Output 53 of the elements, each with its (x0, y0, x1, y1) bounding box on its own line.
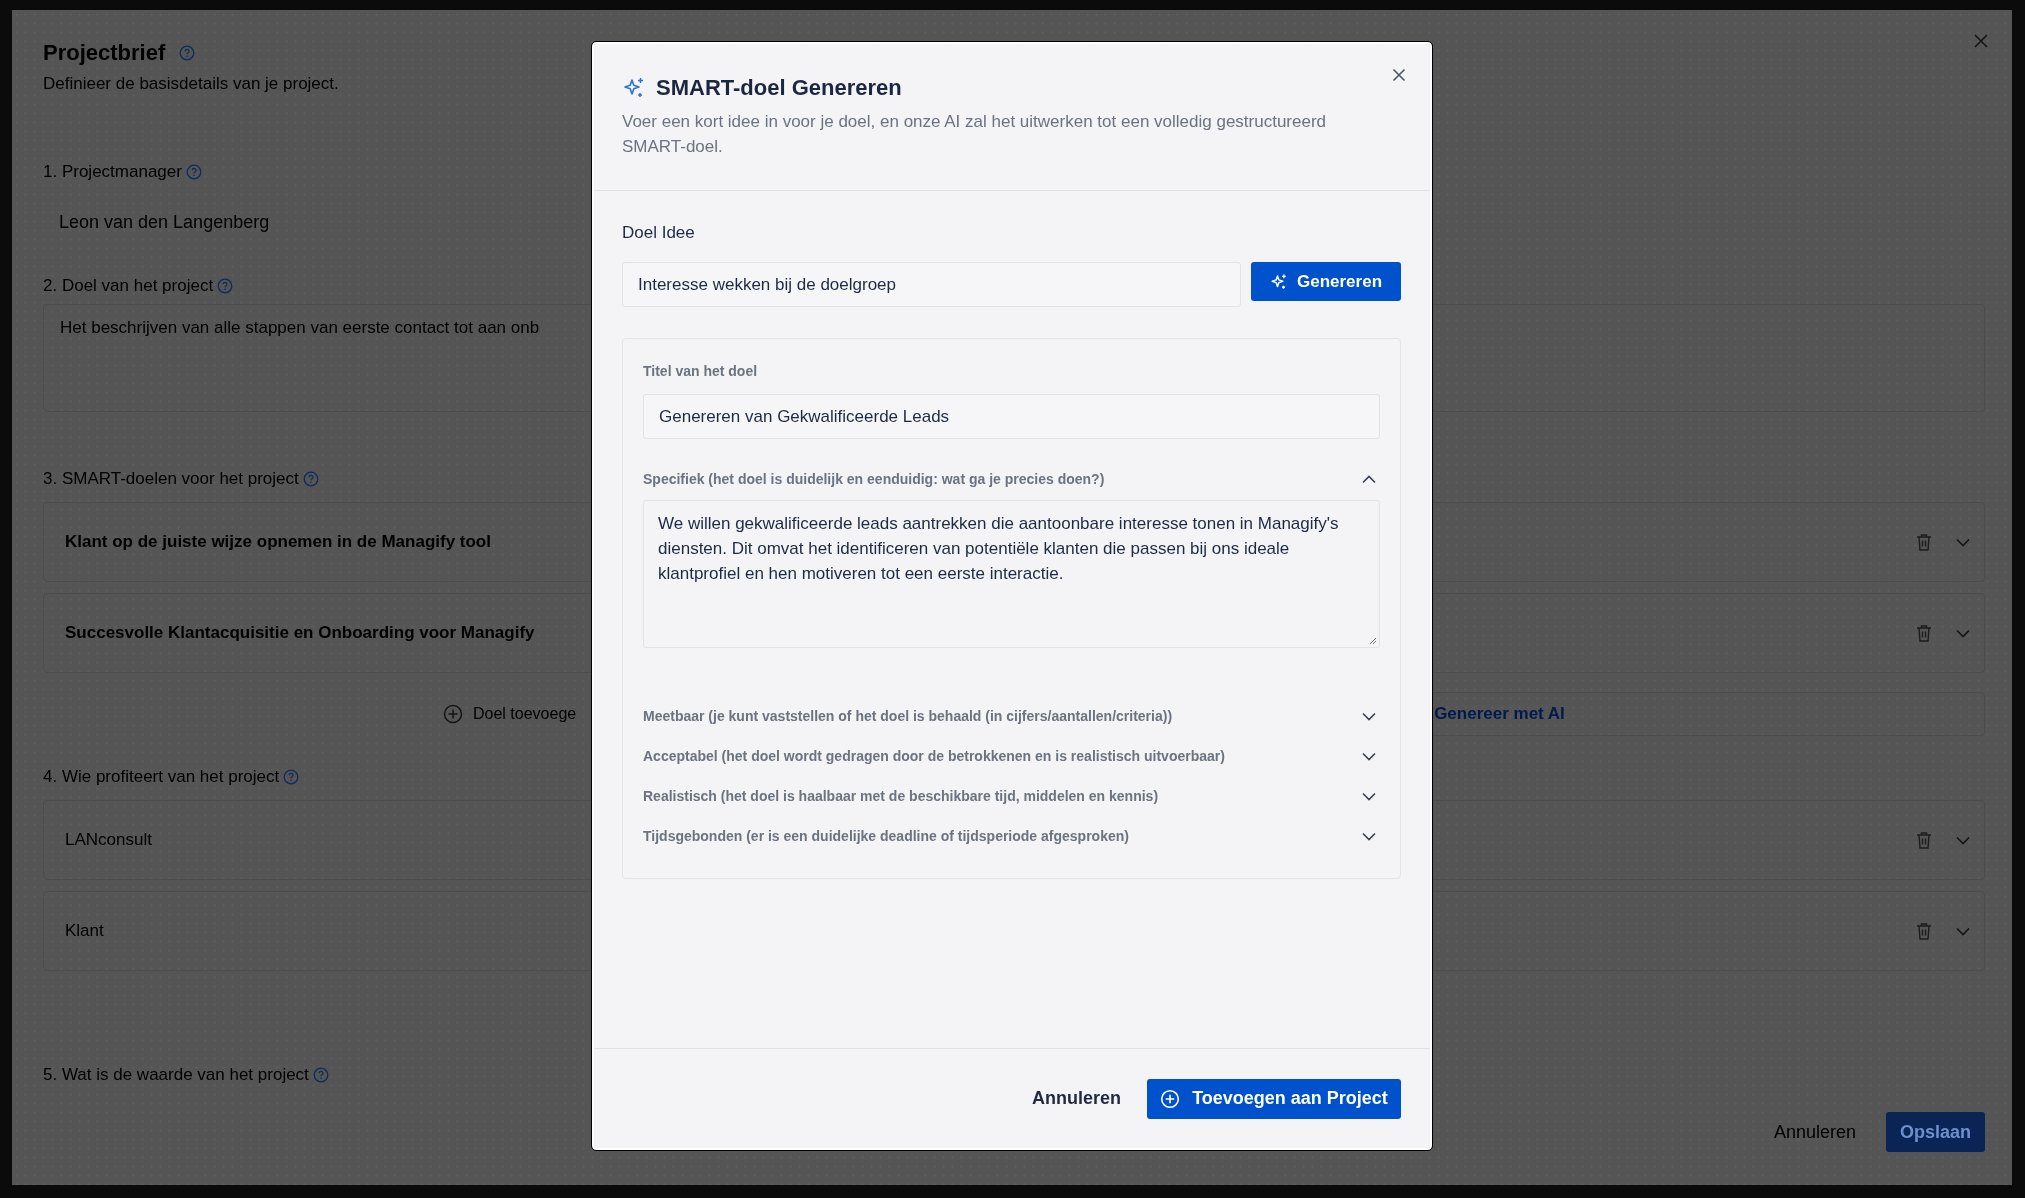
row-title: Succesvolle Klantacquisitie en Onboarding voor Managify (65, 623, 535, 643)
chevron-down-icon[interactable] (1956, 835, 1970, 845)
help-icon[interactable] (179, 45, 196, 61)
criterion-header[interactable]: Specifiek (het doel is duidelijk en eenduidig: wat ga je precies doen?) (643, 467, 1380, 491)
help-icon[interactable] (312, 1067, 329, 1083)
chevron-down-icon[interactable] (1956, 537, 1970, 547)
chevron-down-icon (1362, 831, 1376, 841)
help-icon[interactable] (283, 769, 300, 785)
section-label: 1. Projectmanager (43, 161, 182, 183)
help-icon[interactable] (185, 164, 202, 180)
close-icon[interactable] (1974, 34, 1988, 48)
dialog-description: Voer een kort idee in voor je doel, en onze AI zal het uitwerken tot een volledig gestructureerd SMART-doel. (622, 111, 1328, 158)
plus-circle-icon (443, 704, 463, 724)
sparkle-icon (622, 76, 646, 100)
goal-idea-input[interactable]: Interesse wekken bij de doelgroep (622, 262, 1241, 307)
page-title: Projectbrief (43, 39, 166, 67)
goal-title-input[interactable]: Genereren van Gekwalificeerde Leads (643, 394, 1380, 439)
cancel-button[interactable]: Annuleren (1767, 1120, 1862, 1144)
plus-circle-icon (1160, 1088, 1181, 1109)
add-to-project-button[interactable]: Toevoegen aan Project (1147, 1078, 1401, 1119)
trash-icon[interactable] (1916, 831, 1932, 849)
trash-icon[interactable] (1916, 922, 1932, 940)
manager-field[interactable]: Leon van den Langenberg (59, 210, 270, 234)
row-title: LANconsult (65, 830, 152, 850)
section-label: 5. Wat is de waarde van het project (43, 1064, 309, 1086)
section-label: 2. Doel van het project (43, 275, 214, 297)
chevron-down-icon (1362, 751, 1376, 761)
cancel-button[interactable]: Annuleren (1030, 1084, 1123, 1113)
chevron-down-icon[interactable] (1956, 628, 1970, 638)
section-label: 4. Wie profiteert van het project (43, 766, 280, 788)
criterion-textarea[interactable]: We willen gekwalificeerde leads aantrekken die aantoonbare interesse tonen in Managify's diensten. Dit omvat het identificeren van potentiële klanten die passen bij ons ideale klantprofiel en hen motiveren tot een eerste interactie. (643, 500, 1380, 648)
help-icon[interactable] (217, 278, 234, 294)
chevron-down-icon[interactable] (1956, 926, 1970, 936)
criterion-header[interactable]: Tijdsgebonden (er is een duidelijke deadline of tijdsperiode afgesproken) (643, 824, 1380, 848)
chevron-down-icon (1362, 791, 1376, 801)
resize-handle-icon[interactable] (1369, 637, 1377, 645)
trash-icon[interactable] (1916, 533, 1932, 551)
dialog-title: SMART-doel Genereren (656, 74, 902, 102)
field-label: Titel van het doel (643, 362, 759, 380)
generate-button[interactable]: Genereren (1251, 262, 1401, 301)
chevron-down-icon (1362, 711, 1376, 721)
row-title: Klant op de juiste wijze opnemen in de Managify tool (65, 532, 491, 552)
sparkle-icon (1269, 272, 1288, 291)
page-subtitle: Definieer de basisdetails van je project. (43, 73, 339, 95)
trash-icon[interactable] (1916, 624, 1932, 642)
field-label: Doel Idee (622, 222, 696, 244)
row-title: Klant (65, 921, 104, 941)
chevron-up-icon (1362, 474, 1376, 484)
section-label: 3. SMART-doelen voor het project (43, 468, 299, 490)
close-icon[interactable] (1392, 68, 1406, 82)
save-button[interactable]: Opslaan (1885, 1112, 1985, 1152)
criterion-header[interactable]: Acceptabel (het doel wordt gedragen door de betrokkenen en is realistisch uitvoerbaar) (643, 744, 1380, 768)
help-icon[interactable] (302, 471, 319, 487)
